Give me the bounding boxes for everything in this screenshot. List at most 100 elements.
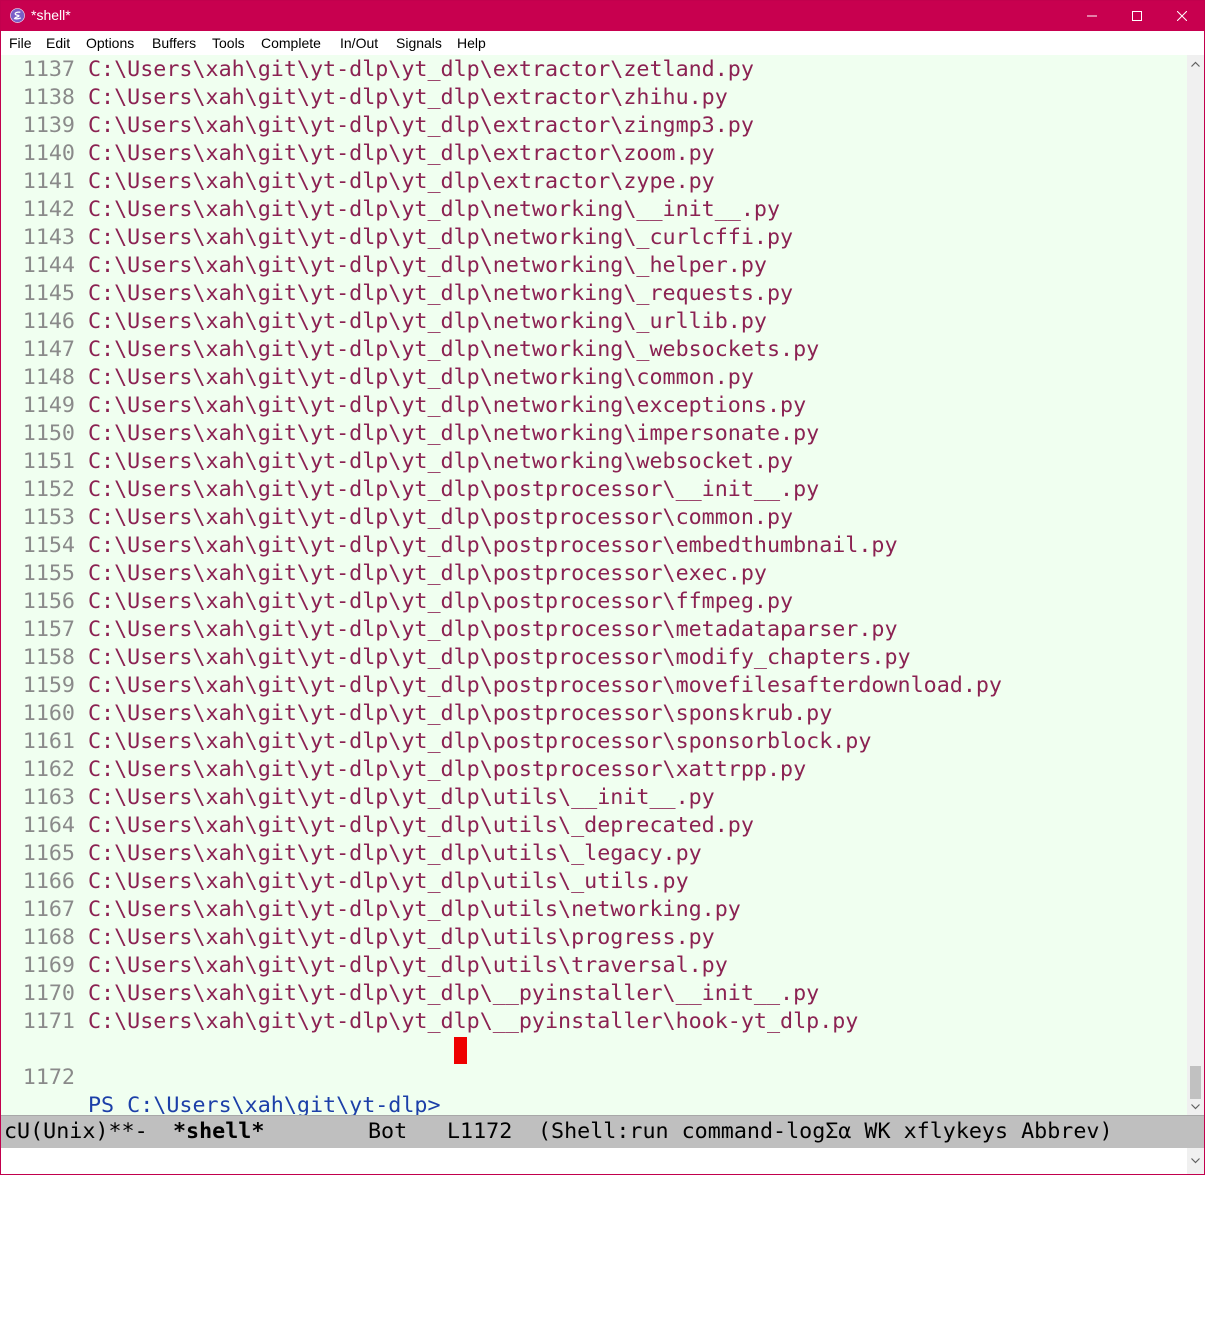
- line-number: 1150: [22, 421, 75, 446]
- line-number: 1155: [22, 561, 75, 586]
- line-number: 1153: [22, 505, 75, 530]
- chevron-up-icon: [1191, 61, 1200, 67]
- line-number: 1156: [22, 589, 75, 614]
- chevron-down-icon: [1191, 1103, 1200, 1109]
- line-number: 1140: [22, 141, 75, 166]
- file-path: C:\Users\xah\git\yt-dlp\yt_dlp\postproce…: [88, 617, 898, 642]
- file-path: C:\Users\xah\git\yt-dlp\yt_dlp\extractor…: [88, 57, 754, 82]
- modeline-position: Bot: [368, 1119, 408, 1144]
- file-path: C:\Users\xah\git\yt-dlp\yt_dlp\networkin…: [88, 281, 794, 306]
- file-path: C:\Users\xah\git\yt-dlp\yt_dlp\postproce…: [88, 561, 767, 586]
- close-button[interactable]: [1159, 1, 1204, 31]
- line-number: 1142: [22, 197, 75, 222]
- menu-signals[interactable]: Signals: [396, 35, 442, 51]
- line-number: 1168: [22, 925, 75, 950]
- emacs-logo-icon: [10, 8, 25, 23]
- line-number: 1139: [22, 113, 75, 138]
- line-number: 1152: [22, 477, 75, 502]
- minimize-button[interactable]: [1069, 1, 1114, 31]
- file-path: C:\Users\xah\git\yt-dlp\yt_dlp\networkin…: [88, 449, 794, 474]
- file-path: C:\Users\xah\git\yt-dlp\yt_dlp\networkin…: [88, 225, 794, 250]
- minibuffer-scrollbar: [1187, 1148, 1204, 1174]
- file-path: C:\Users\xah\git\yt-dlp\yt_dlp\utils\pro…: [88, 925, 715, 950]
- line-number: 1166: [22, 869, 75, 894]
- file-path: C:\Users\xah\git\yt-dlp\yt_dlp\utils\_ut…: [88, 869, 689, 894]
- line-number: 1160: [22, 701, 75, 726]
- file-path: C:\Users\xah\git\yt-dlp\yt_dlp\extractor…: [88, 169, 715, 194]
- window-title: *shell*: [31, 7, 71, 23]
- line-number: 1147: [22, 337, 75, 362]
- maximize-button[interactable]: [1114, 1, 1159, 31]
- file-path: C:\Users\xah\git\yt-dlp\yt_dlp\extractor…: [88, 85, 728, 110]
- file-path: C:\Users\xah\git\yt-dlp\yt_dlp\networkin…: [88, 253, 767, 278]
- file-path: C:\Users\xah\git\yt-dlp\yt_dlp\networkin…: [88, 337, 820, 362]
- file-path: C:\Users\xah\git\yt-dlp\yt_dlp\networkin…: [88, 393, 807, 418]
- file-path: C:\Users\xah\git\yt-dlp\yt_dlp\postproce…: [88, 505, 794, 530]
- menu-bar: File Edit Options Buffers Tools Complete…: [1, 31, 1204, 55]
- menu-complete[interactable]: Complete: [261, 35, 321, 51]
- menu-tools[interactable]: Tools: [212, 35, 245, 51]
- line-number: 1146: [22, 309, 75, 334]
- menu-options[interactable]: Options: [86, 35, 134, 51]
- shell-buffer[interactable]: 1137 C:\Users\xah\git\yt-dlp\yt_dlp\extra…: [1, 55, 1187, 1115]
- line-number: 1159: [22, 673, 75, 698]
- line-number: 1151: [22, 449, 75, 474]
- file-path: C:\Users\xah\git\yt-dlp\yt_dlp\postproce…: [88, 701, 833, 726]
- line-number: 1167: [22, 897, 75, 922]
- file-path: C:\Users\xah\git\yt-dlp\yt_dlp\postproce…: [88, 477, 820, 502]
- title-bar[interactable]: *shell*: [1, 1, 1204, 31]
- minibuffer[interactable]: [1, 1148, 1187, 1174]
- menu-edit[interactable]: Edit: [46, 35, 70, 51]
- shell-prompt: PS C:\Users\xah\git\yt-dlp>: [88, 1093, 441, 1115]
- line-number: 1154: [22, 533, 75, 558]
- vertical-scrollbar[interactable]: [1187, 55, 1204, 1115]
- line-number: 1171: [22, 1009, 75, 1034]
- line-number: 1149: [22, 393, 75, 418]
- menu-file[interactable]: File: [9, 35, 32, 51]
- prompt-line[interactable]: 1172 PS C:\Users\xah\git\yt-dlp>: [1, 1036, 441, 1115]
- line-number: 1162: [22, 757, 75, 782]
- file-path: C:\Users\xah\git\yt-dlp\yt_dlp\utils\net…: [88, 897, 741, 922]
- menu-buffers[interactable]: Buffers: [152, 35, 196, 51]
- line-number: 1148: [22, 365, 75, 390]
- emacs-window: *shell* File Edit Options Buffers Tools …: [0, 0, 1205, 1175]
- file-path: C:\Users\xah\git\yt-dlp\yt_dlp\postproce…: [88, 673, 1002, 698]
- modeline-line-number: L1172: [447, 1119, 513, 1144]
- line-number: 1161: [22, 729, 75, 754]
- file-path: C:\Users\xah\git\yt-dlp\yt_dlp\utils\_le…: [88, 841, 702, 866]
- line-number: 1170: [22, 981, 75, 1006]
- file-path: C:\Users\xah\git\yt-dlp\yt_dlp\__pyinsta…: [88, 1009, 859, 1034]
- scroll-down-button[interactable]: [1187, 1098, 1204, 1115]
- line-number: 1158: [22, 645, 75, 670]
- file-path: C:\Users\xah\git\yt-dlp\yt_dlp\networkin…: [88, 365, 754, 390]
- line-number: 1163: [22, 785, 75, 810]
- line-number: 1169: [22, 953, 75, 978]
- line-number: 1165: [22, 841, 75, 866]
- menu-help[interactable]: Help: [457, 35, 486, 51]
- modeline-buffer-name: *shell*: [173, 1119, 265, 1144]
- line-number: 1137: [22, 57, 75, 82]
- chevron-down-icon: [1191, 1158, 1200, 1164]
- file-path: C:\Users\xah\git\yt-dlp\yt_dlp\utils\__i…: [88, 785, 715, 810]
- modeline-modes: (Shell:run command-logΣα WK xflykeys Abb…: [538, 1119, 1113, 1144]
- file-path: C:\Users\xah\git\yt-dlp\yt_dlp\postproce…: [88, 757, 807, 782]
- minimize-icon: [1086, 15, 1097, 17]
- scroll-up-button[interactable]: [1187, 55, 1204, 72]
- file-path: C:\Users\xah\git\yt-dlp\yt_dlp\extractor…: [88, 141, 715, 166]
- file-path: C:\Users\xah\git\yt-dlp\yt_dlp\postproce…: [88, 729, 872, 754]
- line-number: 1164: [22, 813, 75, 838]
- menu-in-out[interactable]: In/Out: [340, 35, 378, 51]
- scrollbar-thumb[interactable]: [1190, 1066, 1201, 1099]
- line-number: 1141: [22, 169, 75, 194]
- close-icon: [1176, 11, 1187, 21]
- line-number: 1172: [22, 1065, 75, 1090]
- file-path: C:\Users\xah\git\yt-dlp\yt_dlp\utils\_de…: [88, 813, 754, 838]
- file-path: C:\Users\xah\git\yt-dlp\yt_dlp\networkin…: [88, 421, 820, 446]
- file-path: C:\Users\xah\git\yt-dlp\yt_dlp\networkin…: [88, 309, 767, 334]
- file-path: C:\Users\xah\git\yt-dlp\yt_dlp\postproce…: [88, 533, 898, 558]
- line-number: 1145: [22, 281, 75, 306]
- file-path: C:\Users\xah\git\yt-dlp\yt_dlp\__pyinsta…: [88, 981, 820, 1006]
- maximize-icon: [1131, 11, 1142, 21]
- mode-line[interactable]: cU(Unix)**- *shell* Bot L1172 (Shell:run…: [1, 1115, 1204, 1148]
- file-path: C:\Users\xah\git\yt-dlp\yt_dlp\utils\tra…: [88, 953, 728, 978]
